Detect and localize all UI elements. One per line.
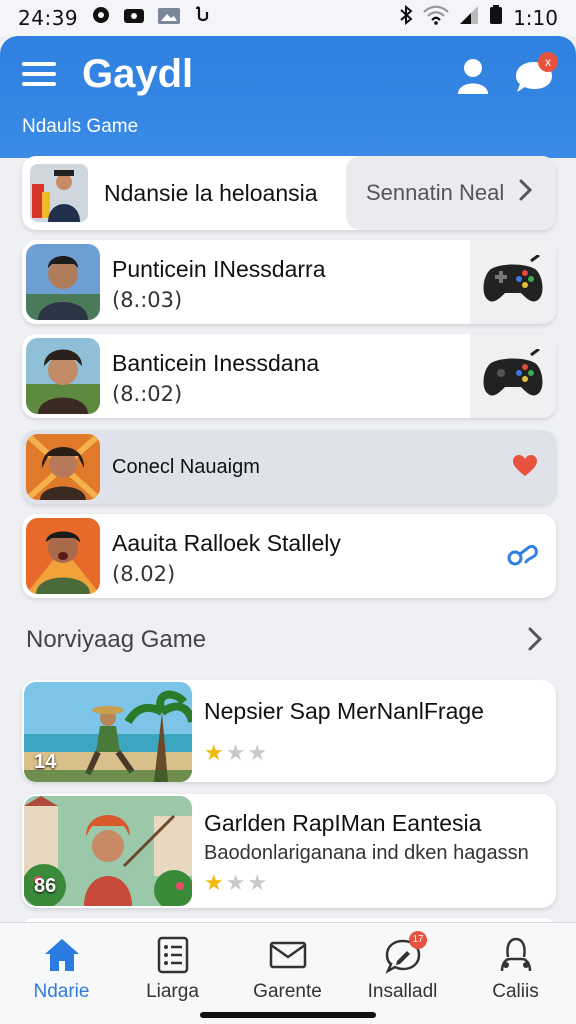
nav-label: Caliis [492,981,539,1002]
friend-row[interactable]: Aauita Ralloek Stallely (8.02) [22,514,556,598]
app-header: Gaydl Ndauls Game x [0,36,576,158]
friend-row[interactable]: Punticein INessdarra (8.:03) [22,240,556,324]
status-clock: 1:10 [513,6,558,30]
star-empty-icon: ★ [225,870,248,895]
game-card[interactable]: 14 Nepsier Sap MerNanlFrage ★★★ [22,680,556,782]
avatar [26,244,100,320]
notification-icon [194,6,210,30]
avatar [26,434,100,500]
nav-label: Garente [253,981,322,1002]
person-icon [458,59,488,94]
home-indicator[interactable] [200,1012,376,1018]
nav-tab-home[interactable]: Ndarie [4,923,119,1013]
bottom-navigation: Ndarie Liarga Garente 17 Insalladl Calii… [0,922,576,1024]
image-icon [158,6,181,30]
nav-badge: 17 [409,931,427,949]
battery-icon [489,5,503,31]
controller-button[interactable] [470,334,556,418]
game-title: Nepsier Sap MerNanlFrage [204,698,484,724]
wifi-icon [423,5,449,31]
star-empty-icon: ★ [247,740,270,765]
list-icon [157,936,189,974]
friend-name: Punticein INessdarra [112,256,326,282]
star-empty-icon: ★ [225,740,248,765]
friend-detail: (8.:02) [112,382,183,406]
featured-button-label: Sennatin Neal [366,180,505,205]
friend-row-highlighted[interactable]: Conecl Nauaigm [22,430,556,504]
person-icon [500,937,532,972]
section-more-button[interactable] [526,624,544,662]
game-description: Baodonlariganana ind dken hagassn [204,842,529,864]
star-filled-icon: ★ [204,740,226,765]
nav-label: Liarga [146,981,199,1002]
gamepad-icon [483,255,543,302]
star-filled-icon: ★ [204,870,226,895]
friend-row[interactable]: Banticein Inessdana (8.:02) [22,334,556,418]
avatar [26,518,100,594]
video-icon [124,6,145,30]
bluetooth-icon [399,4,413,31]
friend-name: Aauita Ralloek Stallely [112,530,341,556]
status-right: 1:10 [399,4,558,31]
home-icon [45,939,79,971]
chevron-right-icon [528,627,543,651]
game-thumbnail: 86 [24,796,192,906]
rating-stars: ★★★ [204,870,269,896]
app-subtitle: Ndauls Game [22,116,139,137]
star-empty-icon: ★ [247,870,270,895]
nav-tab-mail[interactable]: Garente [230,923,345,1013]
menu-icon [22,62,56,66]
chat-button[interactable]: x [514,52,558,96]
menu-button[interactable] [22,62,56,88]
app-title: Gaydl [82,52,194,96]
friend-name: Banticein Inessdana [112,350,320,376]
controller-button[interactable] [470,240,556,324]
avatar [26,338,100,414]
nav-label: Ndarie [33,981,90,1002]
game-badge-number: 14 [34,751,57,773]
nav-tab-list[interactable]: Liarga [115,923,230,1013]
link-icon [507,544,538,566]
featured-button[interactable]: Sennatin Neal [346,156,556,230]
record-icon [92,6,110,30]
nav-tab-installed[interactable]: 17 Insalladl [345,923,460,1013]
friend-detail: (8.02) [112,562,176,586]
game-card[interactable]: 86 Garlden RapIMan Eantesia Baodonlariga… [22,794,556,908]
heart-icon [513,455,537,476]
game-title: Garlden RapIMan Eantesia [204,810,482,836]
chevron-right-icon [518,176,534,209]
friend-detail: (8.:03) [112,288,183,312]
gamepad-icon [483,349,543,396]
profile-button[interactable] [454,56,492,96]
signal-icon [459,5,479,31]
status-time: 24:39 [18,6,79,30]
nav-tab-calls[interactable]: Caliis [458,923,573,1013]
friend-name: Conecl Nauaigm [112,456,260,478]
featured-label: Ndansie la heloansia [104,180,318,206]
mail-icon [269,941,307,969]
game-badge-number: 86 [34,875,57,897]
section-title: Norviyaag Game [26,626,207,653]
chat-badge: x [538,52,558,72]
game-thumbnail: 14 [24,682,192,782]
nav-label: Insalladl [367,981,438,1002]
featured-thumbnail [30,164,88,222]
featured-card[interactable]: Ndansie la heloansia Sennatin Neal [22,156,556,230]
rating-stars: ★★★ [204,740,269,766]
favorite-button[interactable] [512,454,540,480]
status-bar: 24:39 1:10 [0,0,576,36]
share-button[interactable] [506,540,540,570]
